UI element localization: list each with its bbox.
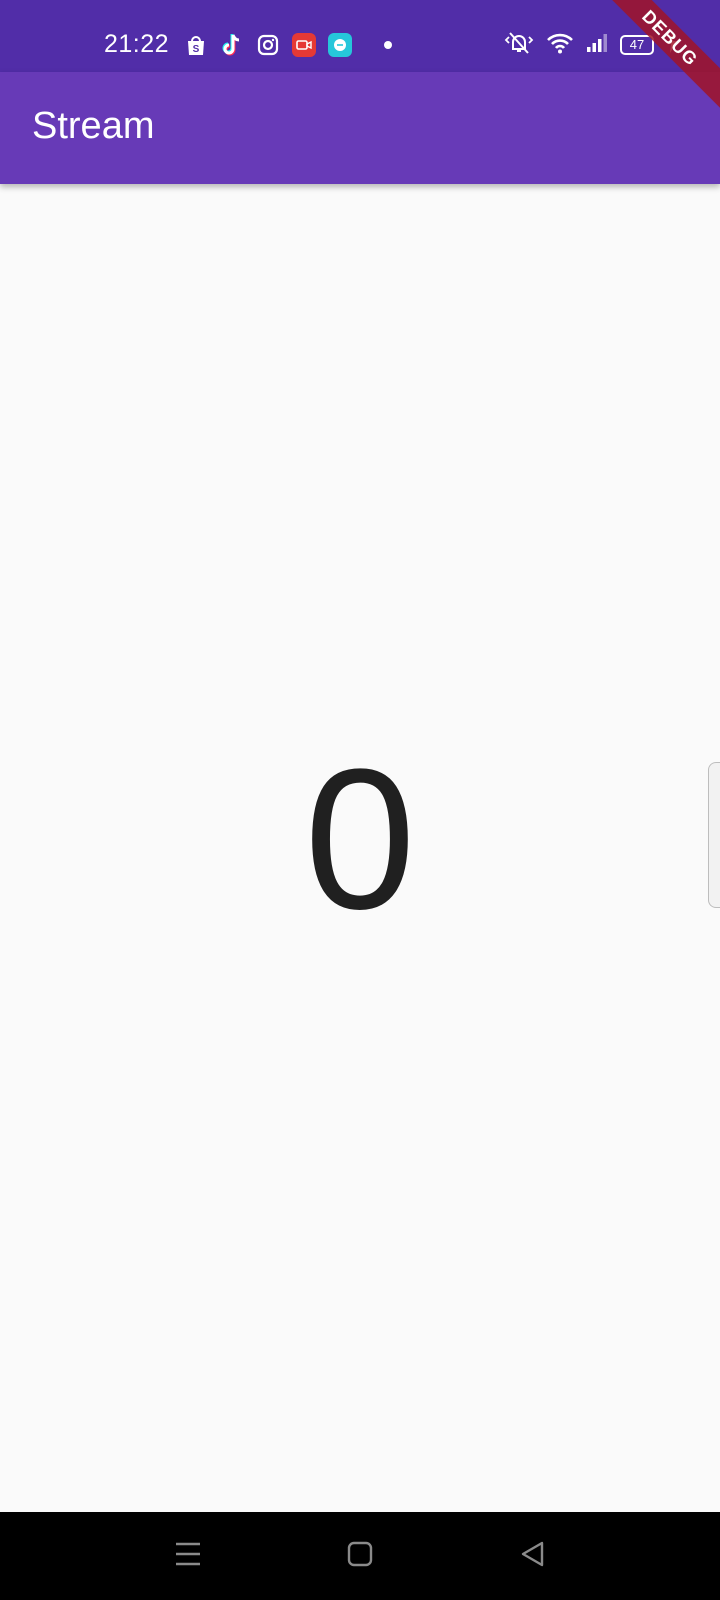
status-time: 21:22 — [104, 30, 170, 58]
screen-recorder-icon — [292, 33, 316, 57]
vibrate-icon — [504, 31, 534, 60]
wifi-icon — [546, 32, 574, 59]
app-bar: Stream — [0, 72, 720, 184]
menu-icon — [174, 1541, 202, 1572]
menu-button[interactable] — [168, 1536, 208, 1576]
signal-icon — [586, 33, 608, 58]
battery-level: 47 — [629, 37, 645, 52]
chat-bubble-icon — [328, 33, 352, 57]
tiktok-icon — [220, 33, 244, 57]
navigation-bar — [0, 1512, 720, 1600]
home-button[interactable] — [340, 1536, 380, 1576]
back-icon — [519, 1540, 545, 1573]
instagram-icon — [256, 33, 280, 57]
status-bar: 21:22 S 47 DEBUG — [0, 0, 720, 119]
counter-value: 0 — [304, 728, 416, 951]
battery-icon: 47 — [620, 35, 654, 55]
edge-panel-handle[interactable] — [708, 762, 720, 908]
dot-icon — [384, 41, 392, 49]
notification-icons: S — [184, 32, 392, 58]
back-button[interactable] — [512, 1536, 552, 1576]
app-title: Stream — [32, 105, 155, 147]
screen: 21:22 S 47 DEBUG Stream 0 — [0, 0, 720, 1600]
shopee-bag-icon: S — [184, 33, 208, 57]
svg-text:S: S — [193, 44, 200, 55]
home-icon — [347, 1541, 373, 1572]
